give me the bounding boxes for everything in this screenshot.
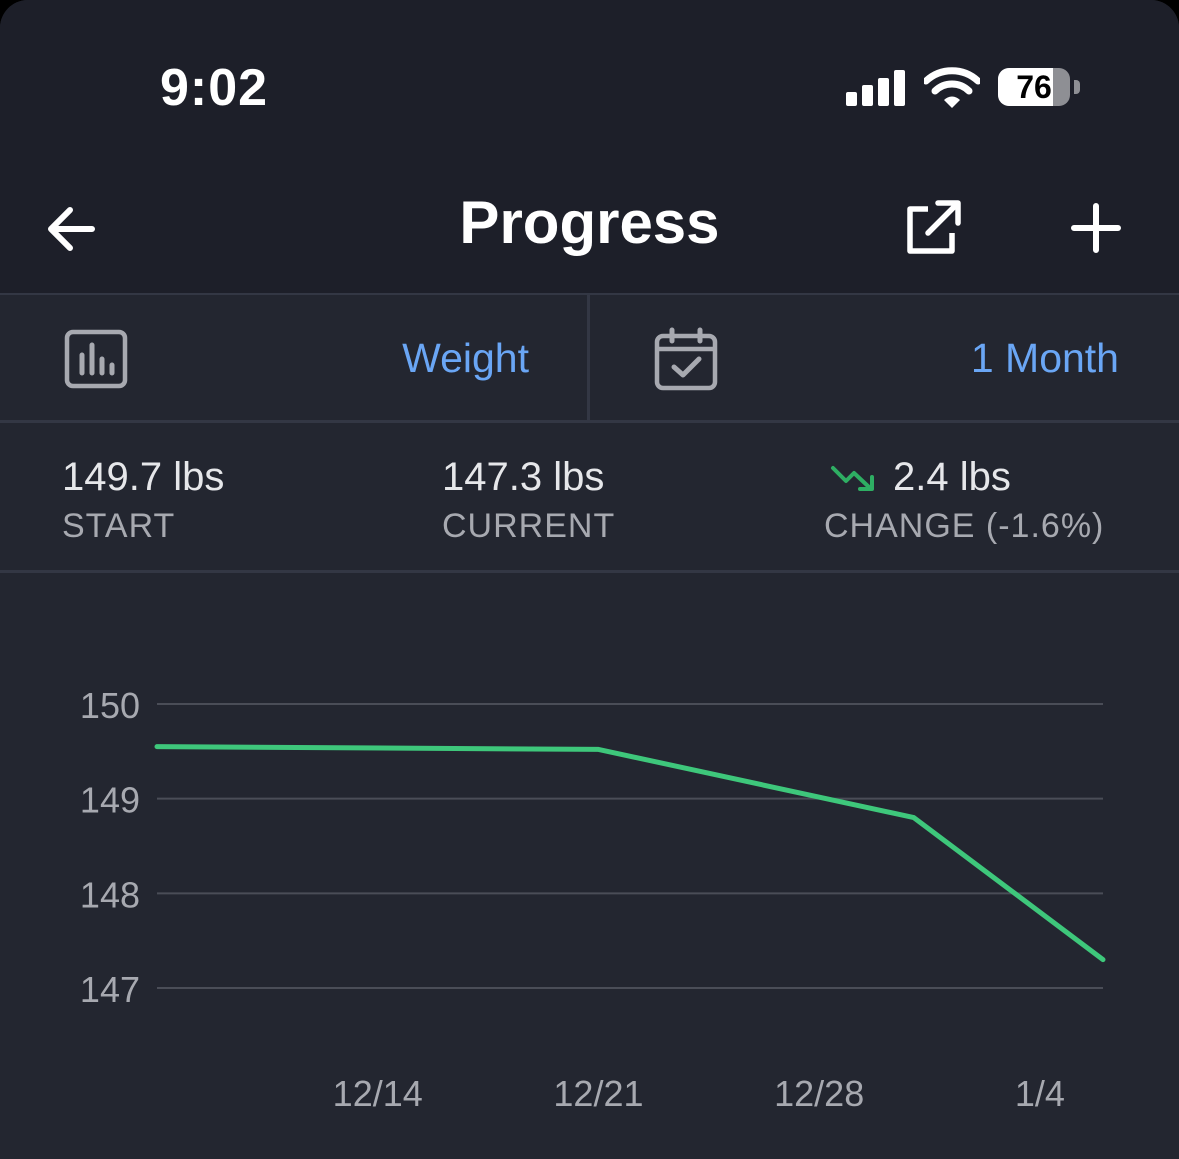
battery-level: 76 — [1016, 69, 1052, 105]
status-time: 9:02 — [160, 59, 269, 117]
change-value: 2.4 lbs — [893, 455, 1011, 499]
page-title: Progress — [459, 189, 720, 256]
x-tick-label: 1/4 — [1015, 1073, 1065, 1114]
external-link-icon[interactable] — [900, 195, 966, 261]
metric-selector[interactable]: Weight — [402, 335, 529, 382]
weight-series-line — [154, 744, 1106, 963]
calendar-check-icon[interactable] — [654, 327, 718, 391]
bar-chart-icon[interactable] — [64, 329, 128, 389]
x-tick-label: 12/28 — [774, 1073, 864, 1114]
current-value: 147.3 lbs — [442, 455, 605, 499]
header: 9:02 76 Progress — [0, 0, 1179, 293]
y-tick-label: 149 — [80, 780, 140, 821]
y-tick-label: 147 — [80, 969, 140, 1010]
start-label: START — [62, 507, 176, 545]
x-tick-label: 12/14 — [333, 1073, 423, 1114]
selector-divider — [587, 295, 590, 420]
x-tick-label: 12/21 — [553, 1073, 643, 1114]
weight-chart: 150 149 148 147 12/14 12/21 12/28 1/4 — [80, 685, 1106, 1114]
app-screen: 9:02 76 Progress Weight 1 Month 149.7 lb… — [0, 0, 1179, 1159]
selector-row: Weight 1 Month — [0, 293, 1179, 423]
range-selector[interactable]: 1 Month — [971, 335, 1119, 382]
y-tick-label: 148 — [80, 874, 140, 915]
change-label: CHANGE (-1.6%) — [824, 507, 1105, 545]
signal-icon — [846, 70, 905, 106]
battery-icon: 76 — [998, 68, 1070, 106]
battery-cap — [1074, 80, 1080, 94]
current-label: CURRENT — [442, 507, 616, 545]
wifi-icon — [924, 67, 980, 108]
trend-down-icon — [831, 466, 874, 491]
y-tick-label: 150 — [80, 685, 140, 726]
start-value: 149.7 lbs — [62, 455, 225, 499]
plus-icon[interactable] — [1066, 198, 1126, 258]
